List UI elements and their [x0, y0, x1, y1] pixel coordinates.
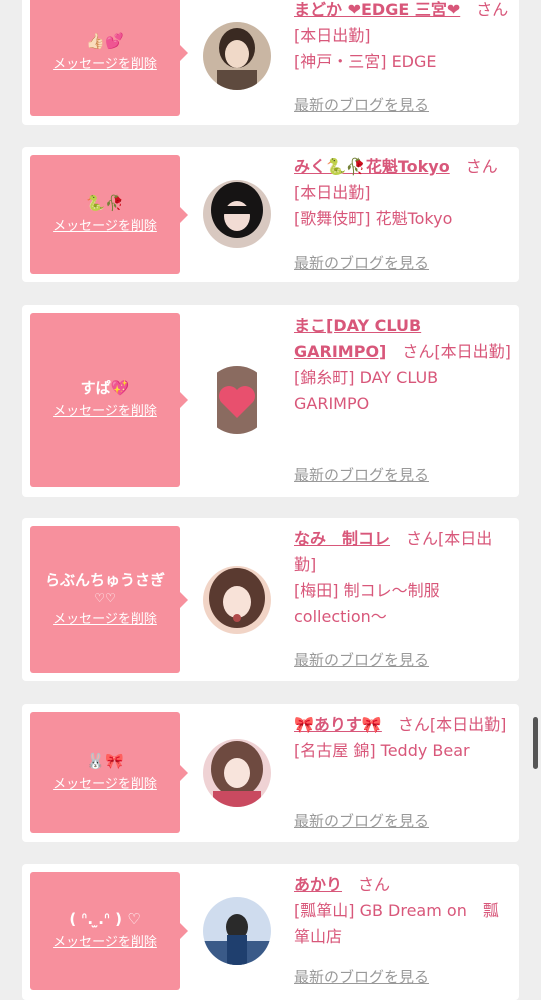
favorite-card: 👍🏻💕 メッセージを削除 まどか ❤EDGE 三宮❤ さん[本日出勤] [神戸・…	[22, 0, 519, 125]
message-box[interactable]: 🐍🥀 メッセージを削除	[30, 155, 188, 274]
favorite-card: らぶんちゅうさぎ ♡♡ メッセージを削除 なみ 制コレ さん[本日出勤] [梅田…	[22, 518, 519, 681]
avatar-image	[203, 180, 271, 248]
girl-status: さん[本日出勤]	[397, 715, 507, 734]
message-box[interactable]: すぱ💖 メッセージを削除	[30, 313, 188, 487]
nickname: らぶんちゅうさぎ	[44, 570, 165, 589]
avatar[interactable]	[203, 180, 271, 248]
latest-blog-link[interactable]: 最新のブログを見る	[294, 966, 429, 987]
delete-message-link[interactable]: メッセージを削除	[53, 775, 157, 795]
avatar[interactable]	[203, 22, 271, 90]
favorite-card: 🐍🥀 メッセージを削除 みく🐍🥀花魁Tokyo さん[本日出勤] [歌舞伎町] …	[22, 147, 519, 282]
nickname: すぱ💖	[80, 379, 130, 397]
girl-name-link[interactable]: みく🐍🥀花魁Tokyo	[294, 157, 450, 176]
latest-blog-link[interactable]: 最新のブログを見る	[294, 464, 429, 485]
delete-message-link[interactable]: メッセージを削除	[53, 402, 157, 422]
avatar-image	[203, 366, 271, 434]
girl-name-link[interactable]: あかり	[294, 875, 342, 894]
nickname-hearts: ♡♡	[94, 590, 116, 605]
avatar[interactable]	[203, 897, 271, 965]
delete-message-link[interactable]: メッセージを削除	[53, 933, 157, 953]
girl-name-link[interactable]: なみ 制コレ	[294, 529, 390, 548]
latest-blog-link[interactable]: 最新のブログを見る	[294, 649, 429, 670]
avatar-image	[203, 897, 271, 965]
delete-message-link[interactable]: メッセージを削除	[53, 55, 157, 75]
shop-name: [瓢箪山] GB Dream on 瓢箪山店	[294, 901, 499, 946]
message-box[interactable]: らぶんちゅうさぎ ♡♡ メッセージを削除	[30, 526, 188, 673]
favorite-card: すぱ💖 メッセージを削除 まこ[DAY CLUB GARIMPO] さん[本日出…	[22, 305, 519, 497]
latest-blog-link[interactable]: 最新のブログを見る	[294, 252, 429, 273]
message-box[interactable]: ( ᐢ. ̫.ᐢ ) ♡ メッセージを削除	[30, 872, 188, 990]
shop-name: [錦糸町] DAY CLUB GARIMPO	[294, 368, 439, 413]
latest-blog-link[interactable]: 最新のブログを見る	[294, 94, 429, 115]
nickname: 🐍🥀	[86, 193, 124, 212]
shop-name: [神戸・三宮] EDGE	[294, 52, 437, 71]
latest-blog-link[interactable]: 最新のブログを見る	[294, 810, 429, 831]
girl-status: さん	[358, 875, 391, 894]
girl-name-link[interactable]: まどか ❤EDGE 三宮❤	[294, 0, 460, 19]
girl-name-link[interactable]: 🎀ありす🎀	[294, 715, 382, 734]
shop-name: [名古屋 錦] Teddy Bear	[294, 741, 470, 760]
shop-name: [梅田] 制コレ〜制服collection〜	[294, 581, 440, 626]
shop-name: [歌舞伎町] 花魁Tokyo	[294, 209, 453, 228]
girl-status: さん[本日出勤]	[402, 342, 511, 361]
favorite-card: 🐰🎀 メッセージを削除 🎀ありす🎀 さん[本日出勤] [名古屋 錦] Teddy…	[22, 704, 519, 842]
avatar[interactable]	[203, 739, 271, 807]
nickname: 🐰🎀	[86, 751, 124, 770]
message-box[interactable]: 👍🏻💕 メッセージを削除	[30, 0, 188, 116]
avatar-image	[203, 22, 271, 90]
scrollbar[interactable]	[533, 717, 538, 769]
favorite-card: ( ᐢ. ̫.ᐢ ) ♡ メッセージを削除 あかり さん [瓢箪山] GB Dr…	[22, 864, 519, 1000]
avatar-image	[203, 566, 271, 634]
nickname: 👍🏻💕	[86, 32, 124, 50]
avatar[interactable]	[203, 366, 271, 434]
message-box[interactable]: 🐰🎀 メッセージを削除	[30, 712, 188, 833]
avatar-image	[203, 739, 271, 807]
avatar[interactable]	[203, 566, 271, 634]
delete-message-link[interactable]: メッセージを削除	[53, 217, 157, 237]
delete-message-link[interactable]: メッセージを削除	[53, 610, 157, 630]
nickname: ( ᐢ. ̫.ᐢ ) ♡	[69, 910, 141, 928]
